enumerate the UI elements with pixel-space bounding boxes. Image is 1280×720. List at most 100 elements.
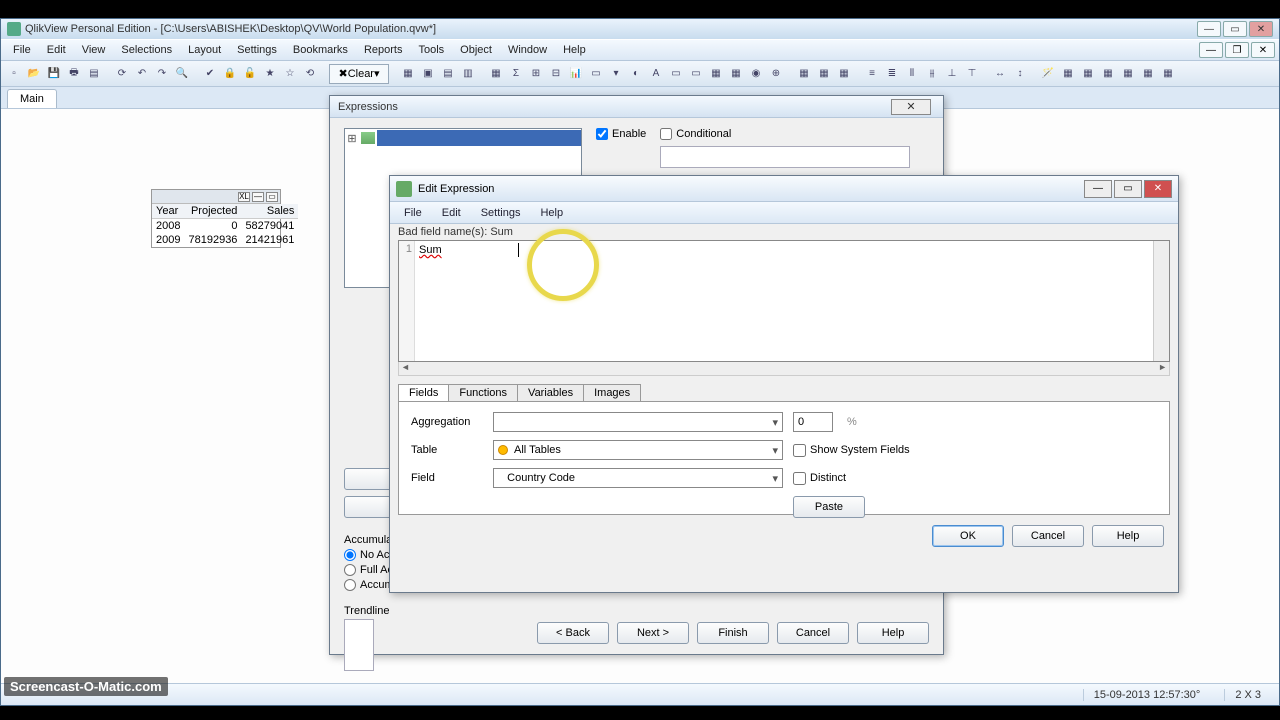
table-combo[interactable]: All Tables (493, 440, 783, 460)
table-row[interactable]: 2009 78192936 21421961 (152, 233, 298, 247)
tab-fields[interactable]: Fields (398, 384, 449, 401)
horizontal-scrollbar[interactable] (398, 362, 1170, 376)
tb-icon-24[interactable]: ▦ (1119, 65, 1137, 83)
tb-icon-5[interactable]: ▦ (487, 65, 505, 83)
tb-icon-15[interactable]: ▦ (727, 65, 745, 83)
expressions-close-button[interactable]: ✕ (891, 99, 931, 115)
menu-object[interactable]: Object (452, 44, 500, 56)
straight-table[interactable]: XL — ▭ Year Projected Sales 2008 0 58279… (151, 189, 281, 248)
doc-minimize-button[interactable]: — (1199, 42, 1223, 58)
menu-bookmarks[interactable]: Bookmarks (285, 44, 356, 56)
tb-icon-2[interactable]: ▣ (419, 65, 437, 83)
field-combo[interactable]: Country Code (493, 468, 783, 488)
maximize-button[interactable]: ▭ (1223, 21, 1247, 37)
tb-icon-8[interactable]: ⊟ (547, 65, 565, 83)
cancel-button[interactable]: Cancel (777, 622, 849, 644)
tb-dist-1[interactable]: ↔ (991, 65, 1009, 83)
expression-item[interactable]: ⊞ (345, 129, 581, 147)
tb-icon-12[interactable]: ▭ (667, 65, 685, 83)
menu-reports[interactable]: Reports (356, 44, 411, 56)
tab-variables[interactable]: Variables (517, 384, 584, 401)
tb-icon-20[interactable]: ▦ (835, 65, 853, 83)
clear-button[interactable]: ✖ Clear ▾ (329, 64, 389, 84)
expressions-titlebar[interactable]: Expressions ✕ (330, 96, 943, 118)
enable-checkbox[interactable] (596, 128, 608, 140)
menu-settings[interactable]: Settings (229, 44, 285, 56)
col-year[interactable]: Year (152, 204, 184, 219)
tb-chart-icon[interactable]: 📊 (567, 65, 585, 83)
edit-help-button[interactable]: Help (1092, 525, 1164, 547)
doc-close-button[interactable]: ✕ (1251, 42, 1275, 58)
new-icon[interactable]: ▫ (5, 65, 23, 83)
tab-functions[interactable]: Functions (448, 384, 518, 401)
percent-input[interactable]: 0 (793, 412, 833, 432)
check-icon[interactable]: ✔ (201, 65, 219, 83)
tb-icon-14[interactable]: ▦ (707, 65, 725, 83)
table-min-icon[interactable]: — (252, 192, 264, 202)
bookmark-add-icon[interactable]: ★ (261, 65, 279, 83)
tb-icon-13[interactable]: ▭ (687, 65, 705, 83)
tb-text-icon[interactable]: A (647, 65, 665, 83)
tb-icon-7[interactable]: ⊞ (527, 65, 545, 83)
table-max-icon[interactable]: ▭ (266, 192, 278, 202)
edit-cancel-button[interactable]: Cancel (1012, 525, 1084, 547)
minimize-button[interactable]: — (1197, 21, 1221, 37)
lock-icon[interactable]: 🔒 (221, 65, 239, 83)
edit-menu-help[interactable]: Help (530, 207, 573, 219)
save-icon[interactable]: 💾 (45, 65, 63, 83)
expression-editor[interactable]: 1 Sum (398, 240, 1170, 362)
search-icon[interactable]: 🔍 (173, 65, 191, 83)
tb-icon-10[interactable]: ▾ (607, 65, 625, 83)
tb-icon-25[interactable]: ▦ (1139, 65, 1157, 83)
tb-icon-26[interactable]: ▦ (1159, 65, 1177, 83)
back-button[interactable]: < Back (537, 622, 609, 644)
tb-wizard-icon[interactable]: 🪄 (1039, 65, 1057, 83)
tb-icon-16[interactable]: ◉ (747, 65, 765, 83)
edit-menu-settings[interactable]: Settings (471, 207, 531, 219)
table-caption[interactable]: XL — ▭ (152, 190, 280, 204)
unlock-icon[interactable]: 🔓 (241, 65, 259, 83)
aggregation-combo[interactable] (493, 412, 783, 432)
tb-icon-3[interactable]: ▤ (439, 65, 457, 83)
tb-icon-6[interactable]: Σ (507, 65, 525, 83)
distinct-checkbox[interactable] (793, 472, 806, 485)
menu-selections[interactable]: Selections (113, 44, 180, 56)
menu-window[interactable]: Window (500, 44, 555, 56)
edit-minimize-button[interactable]: — (1084, 180, 1112, 198)
menu-help[interactable]: Help (555, 44, 594, 56)
help-button[interactable]: Help (857, 622, 929, 644)
doc-restore-button[interactable]: ❐ (1225, 42, 1249, 58)
menu-view[interactable]: View (74, 44, 114, 56)
vertical-scrollbar[interactable] (1153, 241, 1169, 361)
ok-button[interactable]: OK (932, 525, 1004, 547)
refresh-icon[interactable]: ⟲ (301, 65, 319, 83)
tb-dist-2[interactable]: ↕ (1011, 65, 1029, 83)
tb-icon-9[interactable]: ▭ (587, 65, 605, 83)
tb-icon-18[interactable]: ▦ (795, 65, 813, 83)
tab-images[interactable]: Images (583, 384, 641, 401)
print-preview-icon[interactable]: ▤ (85, 65, 103, 83)
editor-content[interactable]: Sum (415, 241, 1153, 361)
edit-menu-edit[interactable]: Edit (432, 207, 471, 219)
tb-align-6[interactable]: ⊤ (963, 65, 981, 83)
reload-icon[interactable]: ⟳ (113, 65, 131, 83)
accum-steps-radio[interactable] (344, 579, 356, 591)
tb-icon-1[interactable]: ▦ (399, 65, 417, 83)
tb-icon-21[interactable]: ▦ (1059, 65, 1077, 83)
tb-align-4[interactable]: ⫵ (923, 65, 941, 83)
tb-align-1[interactable]: ≡ (863, 65, 881, 83)
menu-file[interactable]: File (5, 44, 39, 56)
redo-icon[interactable]: ↷ (153, 65, 171, 83)
tb-icon-23[interactable]: ▦ (1099, 65, 1117, 83)
menu-edit[interactable]: Edit (39, 44, 74, 56)
expand-icon[interactable]: ⊞ (345, 132, 359, 145)
col-projected[interactable]: Projected (184, 204, 241, 219)
conditional-checkbox[interactable] (660, 128, 672, 140)
sheet-tab-main[interactable]: Main (7, 89, 57, 108)
paste-button[interactable]: Paste (793, 496, 865, 518)
close-button[interactable]: ✕ (1249, 21, 1273, 37)
edit-expression-titlebar[interactable]: Edit Expression — ▭ ✕ (390, 176, 1178, 202)
tb-align-3[interactable]: ⫴ (903, 65, 921, 83)
menu-layout[interactable]: Layout (180, 44, 229, 56)
undo-icon[interactable]: ↶ (133, 65, 151, 83)
